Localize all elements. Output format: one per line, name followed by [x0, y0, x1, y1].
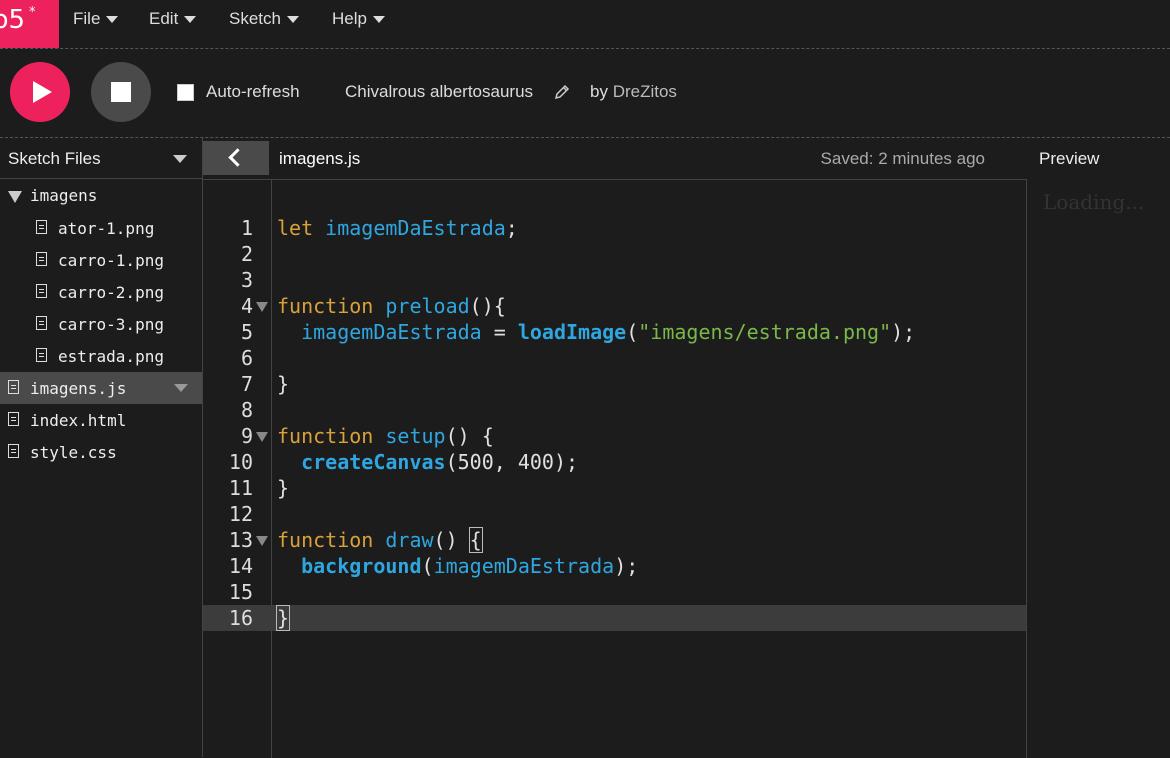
preview-title: Preview [1039, 149, 1100, 168]
pencil-icon[interactable] [554, 84, 570, 100]
play-icon [33, 81, 52, 103]
code-line-active[interactable]: 16 } [203, 605, 1026, 631]
file-options-icon[interactable] [174, 384, 188, 392]
stop-button[interactable] [91, 62, 151, 122]
code-line[interactable]: 2 [203, 241, 1026, 267]
code-line[interactable]: 4 function preload(){ [203, 293, 1026, 319]
fold-arrow-icon[interactable] [256, 432, 268, 442]
chevron-down-icon [372, 16, 385, 24]
file-icon [36, 348, 47, 362]
fold-arrow-icon[interactable] [256, 302, 268, 312]
menu-sketch[interactable]: Sketch [229, 9, 299, 31]
code-line[interactable]: 15 [203, 579, 1026, 605]
menu-file[interactable]: File [73, 9, 119, 31]
file-estrada[interactable]: estrada.png [0, 340, 202, 372]
code-line[interactable]: 7 } [203, 371, 1026, 397]
p5-logo[interactable]: p5 * [0, 0, 59, 48]
sidebar-header: Sketch Files [0, 138, 202, 179]
sidebar-title: Sketch Files [8, 149, 101, 168]
code-line[interactable]: 13 function draw() { [203, 527, 1026, 553]
collapse-sidebar-button[interactable] [203, 141, 269, 175]
chevron-down-icon [106, 16, 119, 24]
chevron-down-icon [184, 16, 197, 24]
sketch-author: by DreZitos [590, 82, 677, 101]
sketch-name[interactable]: Chivalrous albertosaurus [345, 82, 533, 102]
file-icon [36, 284, 47, 298]
chevron-left-icon [228, 148, 247, 167]
code-line[interactable]: 8 [203, 397, 1026, 423]
menu-edit[interactable]: Edit [149, 9, 197, 31]
file-icon [36, 252, 47, 266]
file-icon [8, 380, 19, 394]
file-carro-3[interactable]: carro-3.png [0, 308, 202, 340]
code-line[interactable]: 6 [203, 345, 1026, 371]
code-editor[interactable]: 1 let imagemDaEstrada; 2 3 4 function pr… [203, 179, 1027, 758]
preview-loading-text: Loading... [1043, 190, 1145, 214]
code-line[interactable]: 5 imagemDaEstrada = loadImage("imagens/e… [203, 319, 1026, 345]
code-line[interactable]: 1 let imagemDaEstrada; [203, 215, 1026, 241]
file-icon [36, 316, 47, 330]
editor-file-name: imagens.js [279, 149, 361, 168]
folder-imagens[interactable]: imagens [0, 180, 202, 212]
file-carro-1[interactable]: carro-1.png [0, 244, 202, 276]
preview-pane: Preview Loading... [1027, 138, 1170, 757]
play-button[interactable] [10, 62, 70, 122]
folder-expanded-icon[interactable] [8, 191, 22, 203]
author-link[interactable]: DreZitos [613, 82, 677, 101]
code-line[interactable]: 3 [203, 267, 1026, 293]
fold-arrow-icon[interactable] [256, 536, 268, 546]
sketch-files-sidebar: Sketch Files imagens ator-1.png carro-1.… [0, 138, 203, 757]
file-icon [36, 220, 47, 234]
file-carro-2[interactable]: carro-2.png [0, 276, 202, 308]
file-icon [8, 444, 19, 458]
saved-status: Saved: 2 minutes ago [820, 149, 985, 168]
menu-help[interactable]: Help [332, 9, 385, 31]
auto-refresh-checkbox[interactable] [177, 84, 194, 101]
code-line[interactable]: 12 [203, 501, 1026, 527]
toolbar: Auto-refresh Chivalrous albertosaurus by… [0, 49, 1170, 138]
chevron-down-icon[interactable] [173, 155, 187, 163]
file-imagens-js[interactable]: imagens.js [0, 372, 202, 404]
code-line[interactable]: 9 function setup() { [203, 423, 1026, 449]
file-style-css[interactable]: style.css [0, 436, 202, 468]
stop-icon [111, 82, 131, 102]
file-icon [8, 412, 19, 426]
file-ator-1[interactable]: ator-1.png [0, 212, 202, 244]
menu-bar: p5 * File Edit Sketch Help [0, 0, 1170, 49]
code-line[interactable]: 11 } [203, 475, 1026, 501]
chevron-down-icon [286, 16, 299, 24]
auto-refresh-label[interactable]: Auto-refresh [206, 82, 300, 102]
code-line[interactable]: 10 createCanvas(500, 400); [203, 449, 1026, 475]
logo-text: p5 * [0, 4, 36, 35]
file-index-html[interactable]: index.html [0, 404, 202, 436]
editor-header: imagens.js Saved: 2 minutes ago [203, 138, 1026, 178]
code-line[interactable]: 14 background(imagemDaEstrada); [203, 553, 1026, 579]
